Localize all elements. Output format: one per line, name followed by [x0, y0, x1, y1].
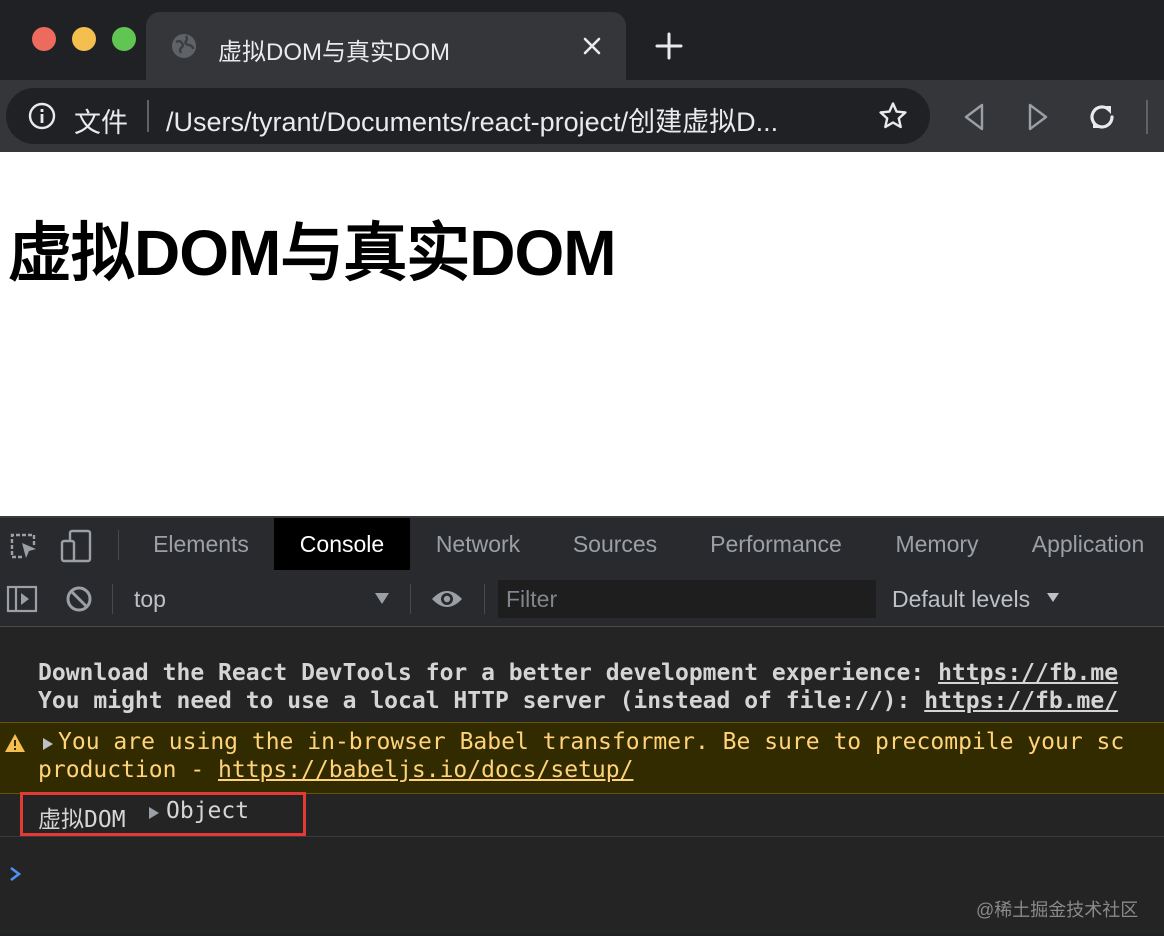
page-title: 虚拟DOM与真实DOM [8, 217, 617, 289]
console-input[interactable] [30, 858, 1154, 890]
warning-text: You are using the in-browser Babel trans… [58, 729, 1125, 755]
message-link[interactable]: https://fb.me [938, 660, 1118, 686]
toolbar-separator [484, 584, 485, 614]
globe-icon [172, 34, 196, 58]
zoom-window-button[interactable] [112, 27, 136, 51]
tab-bar-separator [118, 530, 119, 560]
browser-tab-strip: 虚拟DOM与真实DOM [0, 0, 1164, 80]
console-toolbar: top Default levels [0, 572, 1164, 627]
console-warning-message: You are using the in-browser Babel trans… [0, 722, 1164, 794]
devtools-tab-bar: Elements Console Network Sources Perform… [0, 518, 1164, 573]
back-icon[interactable] [960, 102, 988, 132]
console-log-message: 虚拟DOM Object [0, 792, 1164, 837]
page-viewport: 虚拟DOM与真实DOM [0, 152, 1164, 516]
url-text[interactable]: /Users/tyrant/Documents/react-project/创建… [166, 100, 856, 139]
warning-icon [5, 734, 25, 752]
message-text: You might need to use a local HTTP serve… [38, 688, 925, 714]
console-info-message: Download the React DevTools for a better… [38, 660, 1118, 686]
address-bar[interactable]: 文件 /Users/tyrant/Documents/react-project… [6, 88, 930, 144]
message-link[interactable]: https://fb.me/ [924, 688, 1118, 714]
message-text: Download the React DevTools for a better… [38, 660, 939, 686]
reload-icon[interactable] [1086, 101, 1118, 133]
browser-tab[interactable]: 虚拟DOM与真实DOM [146, 12, 626, 80]
star-icon[interactable] [878, 101, 908, 131]
chevron-down-icon[interactable] [1046, 590, 1060, 604]
console-messages: Download the React DevTools for a better… [0, 626, 1164, 936]
filter-input[interactable] [498, 580, 876, 618]
toolbar-separator [112, 584, 113, 614]
forward-icon[interactable] [1024, 102, 1052, 132]
inspect-element-icon[interactable] [8, 531, 38, 561]
tab-performance[interactable]: Performance [684, 518, 868, 570]
tab-console[interactable]: Console [274, 518, 410, 570]
warning-text: production - https://babeljs.io/docs/set… [38, 757, 633, 783]
warning-link[interactable]: https://babeljs.io/docs/setup/ [218, 757, 633, 783]
close-icon[interactable] [580, 34, 604, 58]
clear-console-icon[interactable] [64, 584, 94, 614]
tab-application[interactable]: Application [1008, 518, 1164, 570]
minimize-window-button[interactable] [72, 27, 96, 51]
expand-arrow-icon[interactable] [148, 806, 160, 820]
warning-prefix: production - [38, 757, 219, 783]
expand-arrow-icon[interactable] [42, 737, 54, 751]
device-toolbar-icon[interactable] [60, 529, 94, 563]
plus-icon[interactable] [654, 31, 684, 61]
close-window-button[interactable] [32, 27, 56, 51]
toolbar-separator [410, 584, 411, 614]
log-label: 虚拟DOM [38, 807, 126, 833]
browser-toolbar: 文件 /Users/tyrant/Documents/react-project… [0, 80, 1164, 152]
chevron-down-icon[interactable] [374, 590, 390, 606]
tab-sources[interactable]: Sources [548, 518, 682, 570]
devtools-panel: Elements Console Network Sources Perform… [0, 516, 1164, 934]
tab-network[interactable]: Network [410, 518, 546, 570]
sidebar-toggle-icon[interactable] [6, 584, 38, 614]
watermark: @稀土掘金技术社区 [976, 900, 1139, 920]
tab-memory[interactable]: Memory [870, 518, 1004, 570]
info-icon[interactable] [28, 102, 56, 130]
omnibox-divider [147, 100, 149, 132]
log-object[interactable]: Object [166, 798, 249, 824]
toolbar-separator [1146, 100, 1148, 134]
log-levels-dropdown[interactable]: Default levels [892, 586, 1030, 613]
chevron-right-icon [10, 866, 22, 882]
console-info-message: You might need to use a local HTTP serve… [38, 688, 1118, 714]
tab-elements[interactable]: Elements [128, 518, 274, 570]
site-origin-label: 文件 [74, 108, 128, 138]
tab-title: 虚拟DOM与真实DOM [218, 39, 450, 66]
context-selector[interactable]: top [134, 586, 166, 613]
eye-icon[interactable] [430, 586, 464, 612]
